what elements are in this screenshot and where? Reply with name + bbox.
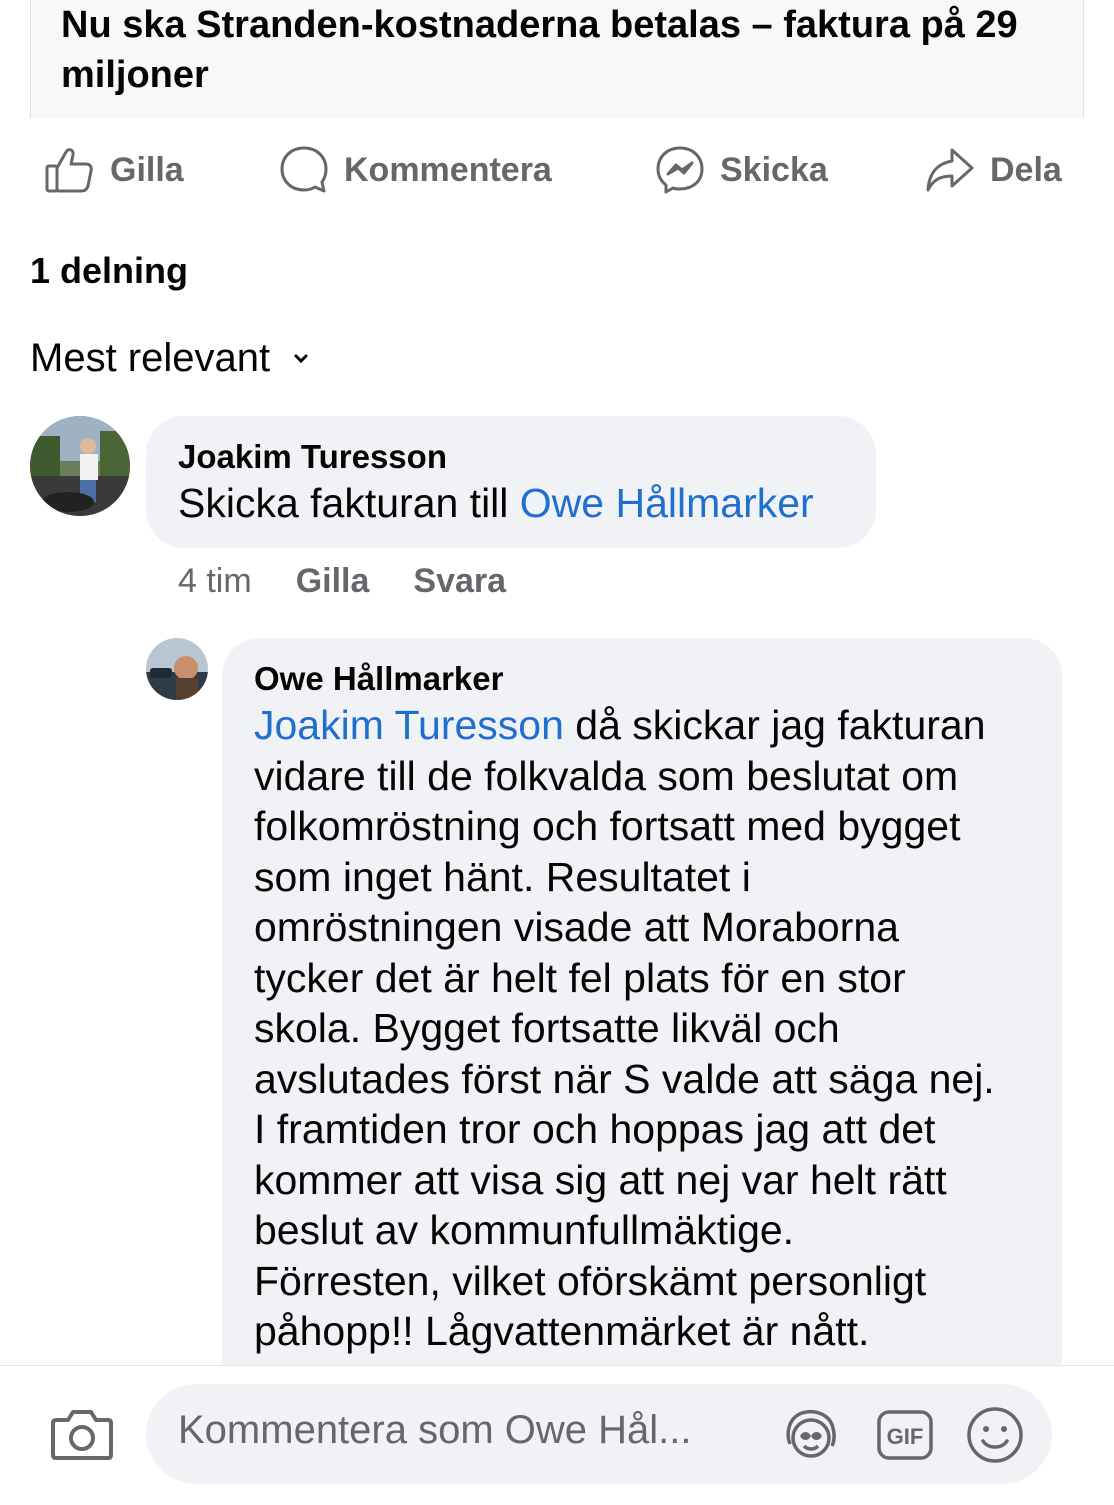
comment-line: avslutades först när S valde att säga ne… (254, 1055, 995, 1102)
mention-link[interactable]: Owe Hållmarker (520, 480, 814, 526)
comment-line: som inget hänt. Resultatet i (254, 853, 751, 900)
comment-bubble[interactable]: Joakim Turesson Skicka fakturan till Owe… (146, 416, 876, 548)
post-action-bar: Gilla Kommentera Skicka Dela (0, 130, 1114, 210)
comment-line: omröstningen visade att Moraborna (254, 904, 899, 950)
comment-like-button[interactable]: Gilla (296, 562, 370, 601)
comment-line: påhopp!! Lågvattenmärket är nått. (254, 1308, 870, 1354)
comment-input[interactable]: Kommentera som Owe Hål... GIF (146, 1384, 1052, 1484)
svg-text:GIF: GIF (887, 1424, 924, 1449)
share-count[interactable]: 1 delning (30, 250, 188, 292)
comment-meta: 4 tim Gilla Svara (178, 558, 506, 604)
send-label: Skicka (720, 150, 828, 189)
comment-line: tycker det är helt fel plats för en stor (254, 954, 906, 1001)
share-label: Dela (990, 150, 1062, 189)
link-preview-card[interactable]: Nu ska Stranden-kostnaderna betalas – fa… (30, 0, 1084, 118)
gif-icon[interactable]: GIF (874, 1404, 936, 1466)
avatar-sticker-icon[interactable] (780, 1404, 842, 1466)
post-page: Nu ska Stranden-kostnaderna betalas – fa… (0, 0, 1114, 1505)
thumbs-up-icon (45, 148, 93, 193)
like-button[interactable]: Gilla (44, 130, 184, 210)
comment-timestamp[interactable]: 4 tim (178, 562, 252, 601)
comment-composer: Kommentera som Owe Hål... GIF (0, 1365, 1114, 1505)
comment-text: Joakim Turesson då skickar jag fakturan … (254, 700, 1030, 1357)
comment-author[interactable]: Owe Hållmarker (254, 658, 1030, 700)
emoji-icon[interactable] (964, 1404, 1026, 1466)
comment-text-body: Skicka fakturan till (178, 480, 520, 526)
comment-author[interactable]: Joakim Turesson (178, 436, 844, 478)
comment-bubble-icon (280, 146, 328, 193)
profile-photo (30, 416, 130, 516)
share-button[interactable]: Dela (924, 130, 1062, 210)
send-button[interactable]: Skicka (654, 130, 828, 210)
avatar[interactable] (30, 416, 130, 516)
sort-label: Mest relevant (30, 336, 271, 380)
comment-label: Kommentera (344, 150, 552, 189)
link-title[interactable]: Nu ska Stranden-kostnaderna betalas – fa… (61, 0, 1051, 100)
comment-text: Skicka fakturan till Owe Hållmarker (178, 478, 844, 529)
comment-line: I framtiden tror och hoppas jag att det (254, 1106, 936, 1152)
mention-link[interactable]: Joakim Turesson (254, 702, 564, 748)
comment-line: Joakim Turesson då skickar jag fakturan (254, 700, 1030, 751)
comment-line: kommer att visa sig att nej var helt rät… (254, 1156, 947, 1203)
comment-input-placeholder[interactable]: Kommentera som Owe Hål... (178, 1408, 758, 1453)
comment-line: beslut av kommunfullmäktige. (254, 1207, 795, 1253)
comment-sort-dropdown[interactable]: Mest relevant (30, 336, 312, 381)
chevron-down-icon (294, 354, 308, 363)
comment-line: skola. Bygget fortsatte likväl och (254, 1005, 840, 1051)
comment-reply-button[interactable]: Svara (413, 562, 506, 601)
comment-line: Förresten, vilket oförskämt personligt (254, 1257, 927, 1304)
comment-button[interactable]: Kommentera (278, 130, 552, 210)
profile-photo (146, 638, 208, 700)
share-arrow-icon (926, 148, 974, 192)
comment-line: vidare till de folkvalda som beslutat om (254, 752, 959, 799)
comment-bubble[interactable]: Owe Hållmarker Joakim Turesson då skicka… (222, 638, 1062, 1398)
like-label: Gilla (110, 150, 184, 189)
camera-icon[interactable] (50, 1406, 114, 1462)
comment-line: folkomröstning och fortsatt med bygget (254, 803, 961, 849)
messenger-icon (656, 146, 704, 194)
comment-text-body: då skickar jag fakturan (563, 702, 986, 748)
avatar[interactable] (146, 638, 208, 700)
